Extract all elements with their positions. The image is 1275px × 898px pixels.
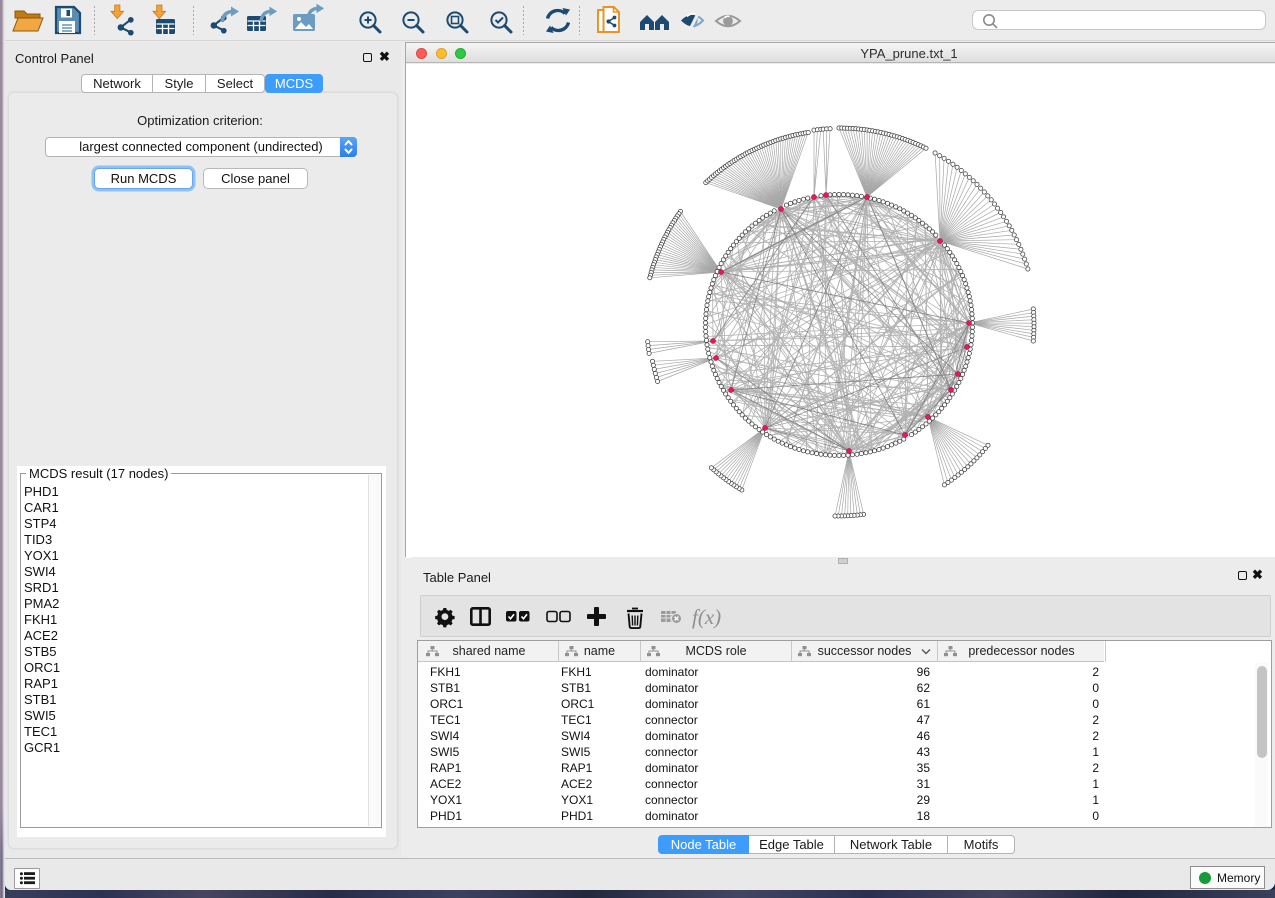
svg-text:f(x): f(x) xyxy=(692,605,721,629)
